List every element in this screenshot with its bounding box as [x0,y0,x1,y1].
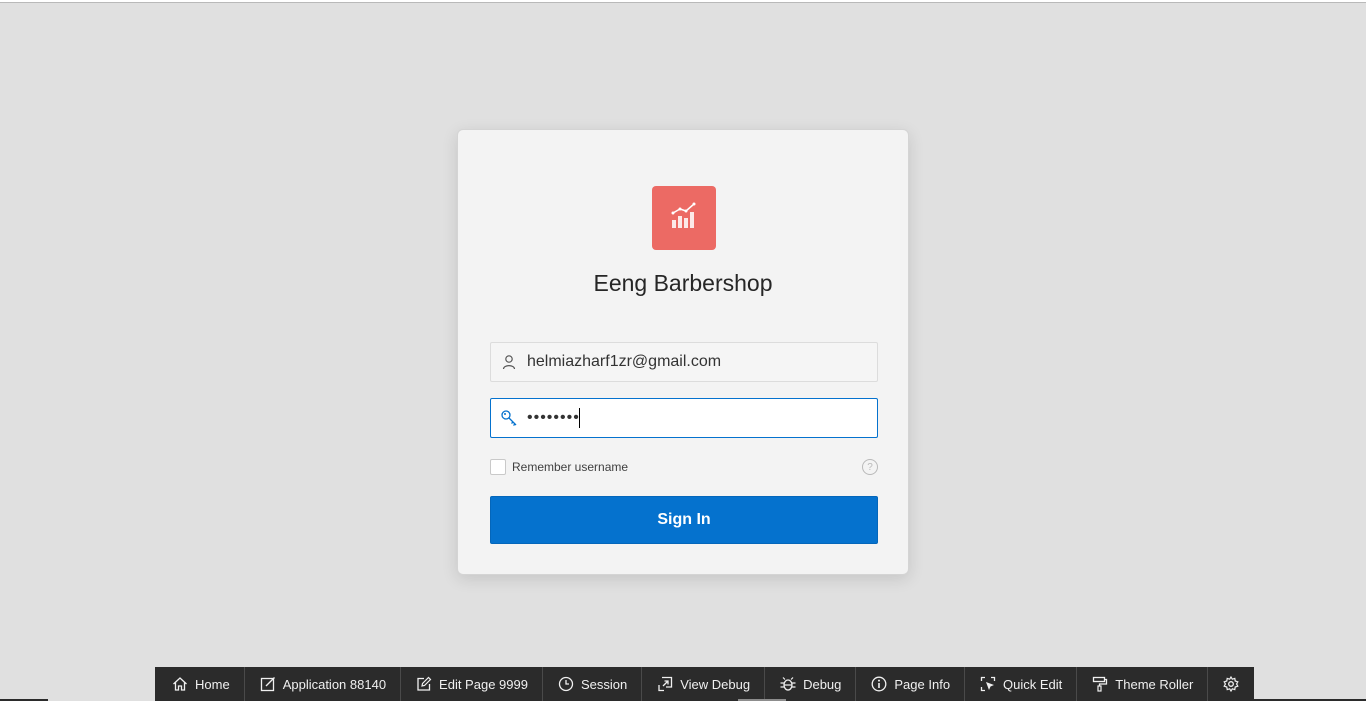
username-field[interactable] [490,342,878,382]
toolbar-quick-edit[interactable]: Quick Edit [965,667,1078,701]
toolbar-view-debug[interactable]: View Debug [642,667,766,701]
login-card: Eeng Barbershop •••••••• Remember userna… [457,129,909,575]
toolbar-theme-roller[interactable]: Theme Roller [1077,667,1209,701]
remember-row: Remember username ? [490,457,878,477]
paint-roller-icon [1091,675,1109,693]
toolbar-edit-page-label: Edit Page 9999 [439,676,528,692]
toolbar-application[interactable]: Application 88140 [244,667,402,701]
clock-icon [557,675,575,693]
edit-page-icon [415,675,433,693]
remember-username-checkbox[interactable] [490,459,506,475]
password-input[interactable]: •••••••• [527,399,580,437]
toolbar-home[interactable]: Home [155,667,245,701]
developer-toolbar: Home Application 88140 Edit Page 9999 Se… [155,667,1255,701]
toolbar-page-info[interactable]: Page Info [856,667,966,701]
toolbar-page-info-label: Page Info [894,676,951,692]
user-icon [491,343,527,381]
toolbar-debug[interactable]: Debug [765,667,857,701]
toolbar-application-label: Application 88140 [282,676,387,692]
toolbar-settings[interactable] [1208,667,1255,701]
sign-in-button[interactable]: Sign In [490,496,878,544]
toolbar-debug-label: Debug [803,676,842,692]
app-logo [652,186,716,250]
gear-icon [1222,675,1240,693]
quick-edit-icon [979,675,997,693]
toolbar-session[interactable]: Session [542,667,643,701]
key-icon [491,399,527,437]
toolbar-session-label: Session [580,676,628,692]
username-input[interactable] [527,343,877,381]
info-icon [870,675,888,693]
chart-line-icon [669,201,699,236]
toolbar-quick-edit-label: Quick Edit [1003,676,1063,692]
app-title: Eeng Barbershop [593,270,773,296]
text-caret [578,408,580,428]
view-debug-icon [656,675,674,693]
remember-username-label[interactable]: Remember username [512,460,628,474]
password-field[interactable]: •••••••• [490,398,878,438]
bug-icon [779,675,797,693]
home-icon [171,675,189,693]
toolbar-edit-page[interactable]: Edit Page 9999 [401,667,543,701]
browser-top-border [0,0,1366,3]
toolbar-view-debug-label: View Debug [680,676,751,692]
toolbar-home-label: Home [195,676,230,692]
help-icon[interactable]: ? [862,459,878,475]
toolbar-theme-roller-label: Theme Roller [1115,676,1194,692]
edit-app-icon [259,675,277,693]
